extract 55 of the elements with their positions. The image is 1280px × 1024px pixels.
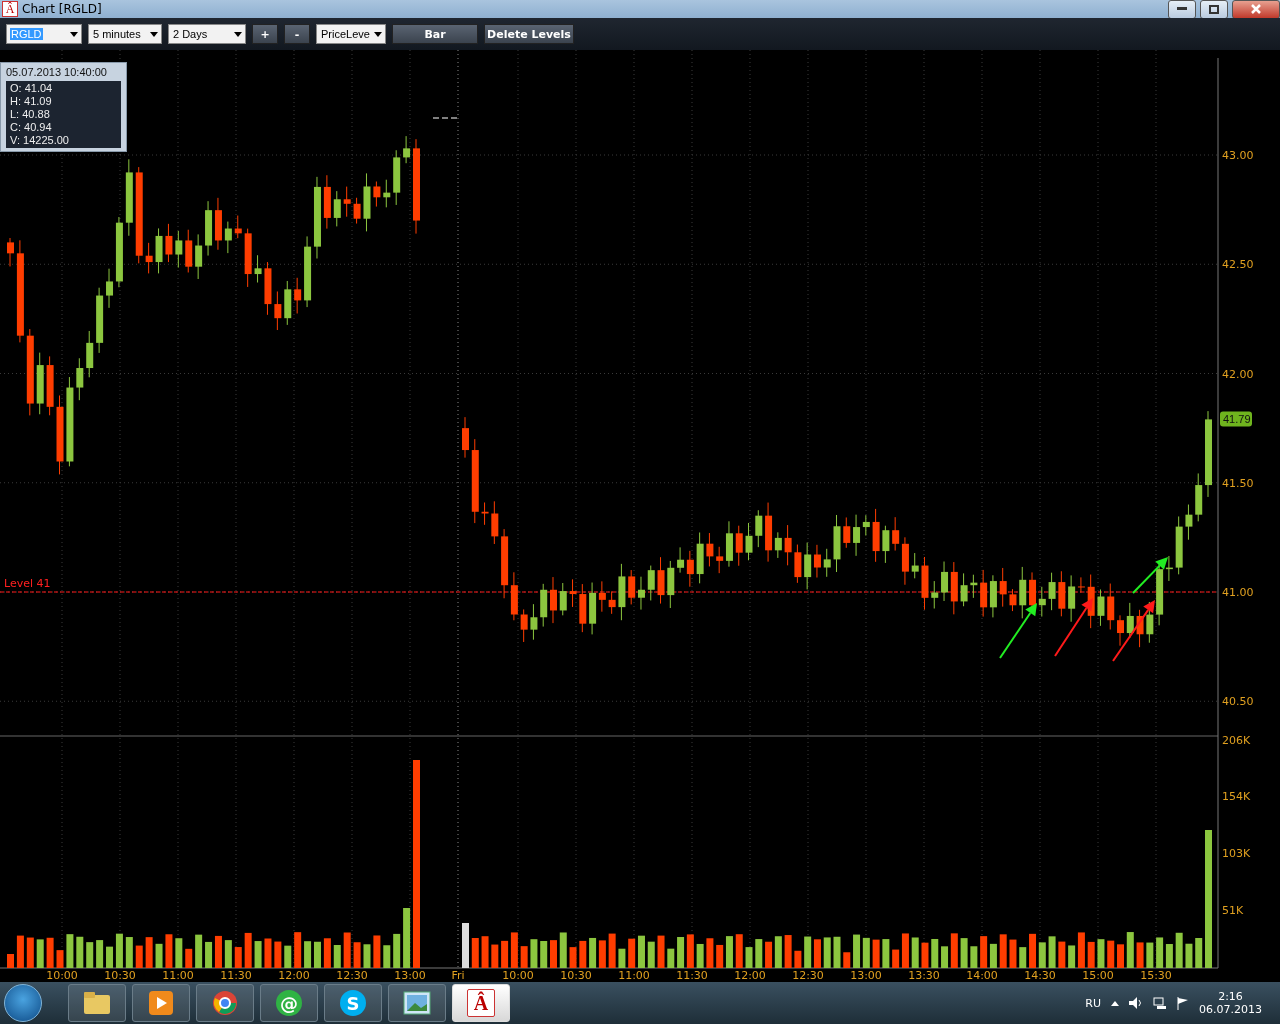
time-axis-label: 14:00 — [966, 969, 998, 982]
current-price-badge: 41.79 — [1220, 411, 1252, 427]
time-axis-label: 12:30 — [792, 969, 824, 982]
interval-dropdown[interactable]: 5 minutes — [88, 24, 162, 44]
price-axis-label: 43.00 — [1222, 149, 1254, 162]
zoom-in-button[interactable]: + — [252, 24, 278, 44]
clock[interactable]: 2:16 06.07.2013 — [1199, 990, 1276, 1016]
info-datetime: 05.07.2013 10:40:00 — [6, 66, 108, 78]
chat-icon: S — [340, 990, 366, 1016]
time-axis-label: 10:30 — [560, 969, 592, 982]
language-indicator[interactable]: RU — [1085, 996, 1101, 1010]
time-axis-label: 10:00 — [502, 969, 534, 982]
time-axis-label: 15:30 — [1140, 969, 1172, 982]
volume-axis-label: 103K — [1222, 847, 1251, 860]
price-axis-label: 41.00 — [1222, 586, 1254, 599]
volume-axis-label: 51K — [1222, 904, 1244, 917]
toolbar-button[interactable]: Delete Levels — [484, 24, 574, 44]
price-axis-label: 42.00 — [1222, 367, 1254, 381]
range-dropdown[interactable]: 2 Days — [168, 24, 246, 44]
time-axis-label: 12:00 — [278, 969, 310, 982]
window-title: Chart [RGLD] — [22, 2, 103, 16]
time-axis-label: 13:30 — [908, 969, 940, 982]
tool-dropdown[interactable]: PriceLeve — [316, 24, 386, 44]
mail-icon: @ — [276, 990, 302, 1016]
app-icon: Â — [467, 989, 495, 1017]
level-label: Level 41 — [4, 577, 51, 590]
app-icon: Â — [2, 1, 18, 17]
volume-axis-label: 154K — [1222, 790, 1251, 803]
time-axis-label: 10:30 — [104, 969, 136, 982]
time-axis-label: 11:30 — [220, 969, 252, 982]
ohlc-value: V: 14225.00 — [10, 134, 70, 147]
price-axis-label: 41.50 — [1222, 476, 1254, 490]
time-axis-label: Fri — [451, 969, 465, 982]
price-axis-label: 40.50 — [1222, 695, 1254, 709]
price-axis-label: 42.50 — [1222, 258, 1254, 272]
clock-date: 06.07.2013 — [1199, 1003, 1262, 1016]
taskbar-button[interactable]: Â — [452, 984, 510, 1022]
time-axis-label: 15:00 — [1082, 969, 1114, 982]
time-axis-label: 13:00 — [850, 969, 882, 982]
time-axis-label: 11:00 — [618, 969, 650, 982]
time-axis-label: 12:30 — [336, 969, 368, 982]
clock-time: 2:16 — [1218, 990, 1243, 1003]
time-axis-label: 14:30 — [1024, 969, 1056, 982]
volume-axis-label: 206K — [1222, 734, 1251, 747]
time-axis-label: 13:00 — [394, 969, 426, 982]
ohlc-value: L: 40.88 — [10, 108, 51, 121]
time-axis-label: 11:00 — [162, 969, 194, 982]
time-axis-label: 11:30 — [676, 969, 708, 982]
ohlc-value: C: 40.94 — [10, 121, 53, 134]
time-axis-label: 12:00 — [734, 969, 766, 982]
toolbar-button[interactable]: Bar — [392, 24, 478, 44]
ohlc-value: O: 41.04 — [10, 82, 54, 95]
time-axis-label: 10:00 — [46, 969, 78, 982]
ohlc-value: H: 41.09 — [10, 95, 53, 108]
zoom-out-button[interactable]: - — [284, 24, 310, 44]
